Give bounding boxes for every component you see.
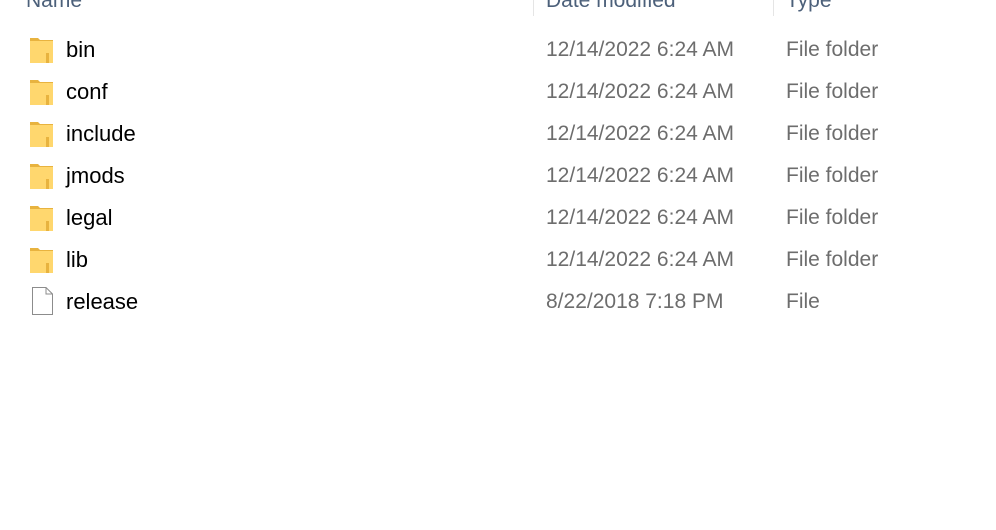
folder-icon [30, 122, 53, 147]
file-type: File folder [786, 38, 879, 61]
file-name: bin [66, 37, 96, 62]
file-row-bin[interactable]: bin 12/14/2022 6:24 AM File folder [0, 29, 996, 71]
file-date-modified: 8/22/2018 7:18 PM [546, 290, 724, 313]
column-separator[interactable] [533, 0, 534, 16]
file-row-release[interactable]: release 8/22/2018 7:18 PM File [0, 281, 996, 323]
file-type: File folder [786, 164, 879, 187]
file-date-modified: 12/14/2022 6:24 AM [546, 122, 734, 145]
file-row-conf[interactable]: conf 12/14/2022 6:24 AM File folder [0, 71, 996, 113]
file-name: release [66, 289, 139, 314]
file-row-legal[interactable]: legal 12/14/2022 6:24 AM File folder [0, 197, 996, 239]
column-header-name[interactable]: Name [26, 0, 82, 16]
file-type: File [786, 290, 820, 313]
file-type: File folder [786, 122, 879, 145]
file-icon [32, 287, 53, 315]
file-row-jmods[interactable]: jmods 12/14/2022 6:24 AM File folder [0, 155, 996, 197]
folder-icon [30, 80, 53, 105]
file-date-modified: 12/14/2022 6:24 AM [546, 38, 734, 61]
file-name: lib [66, 247, 89, 272]
file-date-modified: 12/14/2022 6:24 AM [546, 80, 734, 103]
file-type: File folder [786, 248, 879, 271]
file-name: include [66, 121, 136, 146]
file-date-modified: 12/14/2022 6:24 AM [546, 248, 734, 271]
folder-icon [30, 206, 53, 231]
file-row-include[interactable]: include 12/14/2022 6:24 AM File folder [0, 113, 996, 155]
folder-icon [30, 248, 53, 273]
file-type: File folder [786, 206, 879, 229]
column-separator[interactable] [773, 0, 774, 16]
file-row-lib[interactable]: lib 12/14/2022 6:24 AM File folder [0, 239, 996, 281]
file-date-modified: 12/14/2022 6:24 AM [546, 206, 734, 229]
column-header-type[interactable]: Type [786, 0, 832, 16]
file-explorer-list: Name Date modified Type bin 12/14/2022 6… [0, 0, 996, 530]
file-type: File folder [786, 80, 879, 103]
folder-icon [30, 164, 53, 189]
folder-icon [30, 38, 53, 63]
column-header-bar: Name Date modified Type [0, 0, 996, 16]
file-name: jmods [66, 163, 125, 188]
file-name: conf [66, 79, 108, 104]
file-name: legal [66, 205, 113, 230]
column-header-date-modified[interactable]: Date modified [546, 0, 676, 16]
file-list: bin 12/14/2022 6:24 AM File folder conf … [0, 29, 996, 323]
file-date-modified: 12/14/2022 6:24 AM [546, 164, 734, 187]
